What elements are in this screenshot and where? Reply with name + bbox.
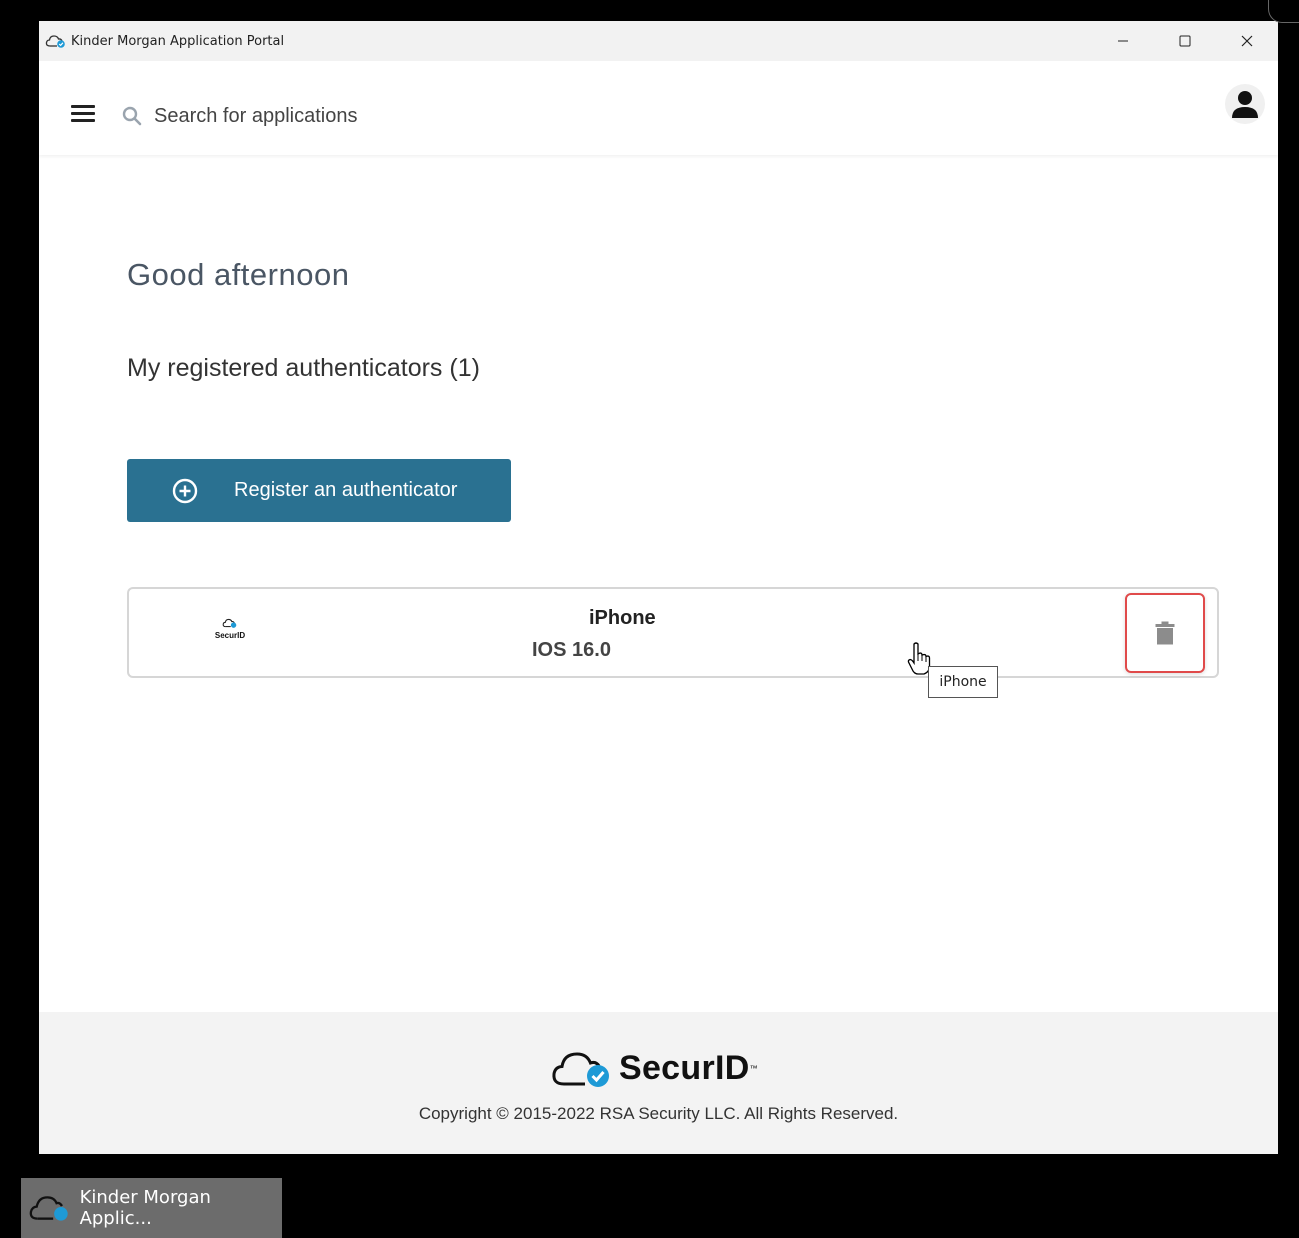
footer: SecurID ™ Copyright © 2015-2022 RSA Secur… [39,1012,1278,1154]
plus-circle-icon [172,478,198,503]
authenticator-card[interactable]: SecurID iPhone IOS 16.0 [127,587,1219,678]
taskbar-app-label: Kinder Morgan Applic... [79,1187,211,1229]
trash-icon [1155,621,1175,645]
cloud-app-icon [29,1196,68,1221]
delete-authenticator-button[interactable] [1125,593,1205,673]
footer-brand: SecurID [619,1048,750,1087]
top-navigation-bar [39,61,1278,155]
greeting-heading: Good afternoon [127,257,350,292]
cloud-app-icon [45,34,67,48]
cloud-check-icon [222,618,237,628]
footer-securid-logo: SecurID ™ [551,1046,758,1090]
title-bar[interactable]: Kinder Morgan Application Portal [39,21,1278,61]
window-title: Kinder Morgan Application Portal [71,33,285,49]
search-input[interactable] [152,101,556,131]
register-authenticator-button[interactable]: Register an authenticator [127,459,511,522]
cloud-check-icon [552,1052,609,1087]
user-avatar-icon[interactable] [1225,84,1265,124]
app-window: Kinder Morgan Application Portal Search … [39,21,1278,1154]
card-logo-text: SecurID [214,631,246,640]
securid-logo: SecurID [209,615,251,640]
taskbar-app-button[interactable]: Kinder Morgan Applic... [21,1178,282,1238]
hamburger-menu-icon[interactable] [71,105,95,123]
register-authenticator-label: Register an authenticator [234,479,458,501]
trademark-mark: ™ [749,1063,758,1073]
tooltip: iPhone [928,666,998,698]
maximize-button[interactable] [1154,21,1216,61]
copyright-text: Copyright © 2015-2022 RSA Security LLC. … [418,1104,899,1123]
close-button[interactable] [1216,21,1278,61]
search-icon [122,106,142,131]
authenticators-heading: My registered authenticators (1) [127,354,480,382]
device-os: IOS 16.0 [532,639,611,661]
device-name: iPhone [589,607,656,629]
corner-menu-icon[interactable] [1268,0,1299,23]
minimize-button[interactable] [1092,21,1154,61]
